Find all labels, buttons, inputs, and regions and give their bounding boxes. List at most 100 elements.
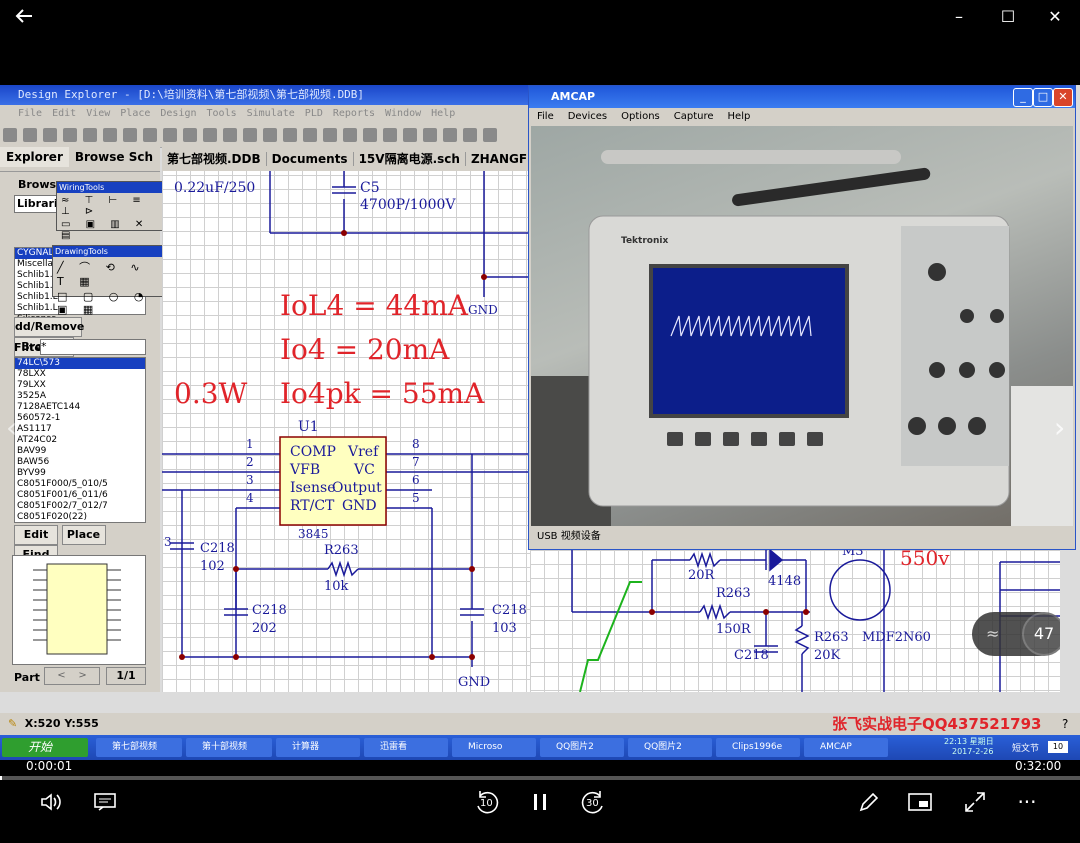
toolbar-icon[interactable] bbox=[123, 128, 137, 142]
chevron-right-icon[interactable]: › bbox=[1054, 411, 1065, 444]
wiring-tool-icons[interactable]: ≈ ⊤ ⊢ ≡ ⊥ ⊳ bbox=[57, 193, 169, 219]
tab-zhangfei[interactable]: ZHANGFEI bbox=[465, 152, 530, 166]
list-item[interactable]: AT24C02 bbox=[15, 435, 145, 446]
expand-icon[interactable] bbox=[962, 790, 988, 819]
menu-help[interactable]: Help bbox=[431, 108, 455, 119]
video-frame[interactable]: Design Explorer - [D:\培训资料\第七部视频\第七部视频.D… bbox=[0, 85, 1080, 760]
toolbar-icon[interactable] bbox=[43, 128, 57, 142]
taskbar-item[interactable]: Clips1996e bbox=[716, 738, 800, 757]
tab-documents[interactable]: Documents bbox=[266, 152, 354, 166]
speaker-icon[interactable] bbox=[38, 790, 64, 819]
minimize-icon[interactable]: _ bbox=[1013, 88, 1033, 107]
tab-sch[interactable]: 15V隔离电源.sch bbox=[353, 152, 466, 166]
list-item[interactable]: BAV99 bbox=[15, 446, 145, 457]
taskbar-item[interactable]: QQ图片2 bbox=[628, 738, 712, 757]
close-icon[interactable]: ✕ bbox=[1040, 6, 1070, 28]
list-item[interactable]: C8051F000/5_010/5 bbox=[15, 479, 145, 490]
menu-place[interactable]: Place bbox=[120, 108, 150, 119]
taskbar-item[interactable]: QQ图片2 bbox=[540, 738, 624, 757]
menu-design[interactable]: Design bbox=[160, 108, 196, 119]
schematic-canvas[interactable]: 0.22uF/250 C5 4700P/1000V GND IoL4 = 44m… bbox=[162, 147, 530, 692]
toolbar-icon[interactable] bbox=[383, 128, 397, 142]
tab-ddb[interactable]: 第七部视频.DDB bbox=[162, 152, 267, 166]
taskbar-item[interactable]: 第七部视频 bbox=[96, 738, 182, 757]
toolbar-icon[interactable] bbox=[163, 128, 177, 142]
drawing-tool-icons[interactable]: ╱ ⌒ ⟲ ∿ T ▦ bbox=[53, 257, 169, 290]
network-speed-widget[interactable]: ≈ 47 bbox=[972, 612, 1060, 656]
menu-file[interactable]: File bbox=[537, 111, 554, 122]
maximize-icon[interactable]: □ bbox=[1033, 88, 1053, 107]
toolbar-icon[interactable] bbox=[3, 128, 17, 142]
menu-tools[interactable]: Tools bbox=[207, 108, 237, 119]
drawing-tools-palette[interactable]: DrawingTools ╱ ⌒ ⟲ ∿ T ▦ □ ▢ ○ ◔ ▣ ▦ bbox=[52, 245, 170, 316]
menu-reports[interactable]: Reports bbox=[333, 108, 375, 119]
toolbar-icon[interactable] bbox=[183, 128, 197, 142]
toolbar-icon[interactable] bbox=[403, 128, 417, 142]
pencil-icon[interactable] bbox=[856, 790, 882, 819]
taskbar-item[interactable]: Microso bbox=[452, 738, 536, 757]
list-item[interactable]: AS1117 bbox=[15, 424, 145, 435]
mini-view-icon[interactable] bbox=[906, 790, 934, 819]
list-item[interactable]: C8051F020(22) bbox=[15, 512, 145, 522]
list-item[interactable]: 74LC\573 bbox=[15, 358, 145, 369]
menu-view[interactable]: View bbox=[86, 108, 110, 119]
toolbar-icon[interactable] bbox=[143, 128, 157, 142]
start-button[interactable]: 开始 bbox=[2, 738, 88, 757]
menu-options[interactable]: Options bbox=[621, 111, 660, 122]
list-item[interactable]: 560572-1 bbox=[15, 413, 145, 424]
help-icon[interactable]: ? bbox=[1062, 713, 1068, 735]
list-item[interactable]: 7128AETC144 bbox=[15, 402, 145, 413]
drawing-tool-icons[interactable]: □ ▢ ○ ◔ ▣ ▦ bbox=[53, 290, 169, 316]
taskbar-item[interactable]: 计算器 bbox=[276, 738, 360, 757]
forward-30-button[interactable]: 30 bbox=[578, 788, 608, 818]
menu-file[interactable]: File bbox=[18, 108, 42, 119]
toolbar-icon[interactable] bbox=[323, 128, 337, 142]
filter-input[interactable]: * bbox=[40, 339, 146, 355]
part-nav-buttons[interactable]: < > bbox=[44, 667, 100, 685]
toolbar-icon[interactable] bbox=[483, 128, 497, 142]
list-item[interactable]: BAW56 bbox=[15, 457, 145, 468]
menu-capture[interactable]: Capture bbox=[674, 111, 714, 122]
place-button[interactable]: Place bbox=[61, 525, 106, 545]
toolbar-icon[interactable] bbox=[363, 128, 377, 142]
toolbar-icon[interactable] bbox=[83, 128, 97, 142]
schematic-canvas-lower[interactable]: 20R 4148 M3 550v R263 150R R263 20K C218… bbox=[530, 550, 1060, 692]
ime-indicator[interactable]: 短文节 bbox=[1012, 741, 1039, 754]
minimize-icon[interactable]: – bbox=[944, 6, 974, 28]
toolbar-icon[interactable] bbox=[283, 128, 297, 142]
pause-icon[interactable] bbox=[528, 790, 552, 819]
list-item[interactable]: 3525A bbox=[15, 391, 145, 402]
amcap-window[interactable]: AMCAP _ □ ✕ File Devices Options Capture Hel… bbox=[528, 85, 1076, 550]
tab-explorer[interactable]: Explorer bbox=[0, 147, 69, 167]
toolbar-icon[interactable] bbox=[63, 128, 77, 142]
captions-icon[interactable] bbox=[92, 790, 118, 819]
chevron-left-icon[interactable]: ‹ bbox=[6, 411, 17, 444]
toolbar-icon[interactable] bbox=[23, 128, 37, 142]
toolbar-icon[interactable] bbox=[463, 128, 477, 142]
taskbar-item[interactable]: 迅雷看 bbox=[364, 738, 448, 757]
toolbar-icon[interactable] bbox=[263, 128, 277, 142]
list-item[interactable]: 78LXX bbox=[15, 369, 145, 380]
wiring-tools-palette[interactable]: WiringTools ≈ ⊤ ⊢ ≡ ⊥ ⊳ ▭ ▣ ▥ ✕ ▤ bbox=[56, 181, 170, 241]
wiring-tool-icons[interactable]: ▭ ▣ ▥ ✕ ▤ bbox=[57, 219, 169, 241]
toolbar-icon[interactable] bbox=[343, 128, 357, 142]
menu-window[interactable]: Window bbox=[385, 108, 421, 119]
edit-button[interactable]: Edit bbox=[14, 525, 58, 545]
maximize-icon[interactable]: ☐ bbox=[993, 6, 1023, 28]
list-item[interactable]: C8051F001/6_011/6 bbox=[15, 490, 145, 501]
rewind-10-button[interactable]: 10 bbox=[472, 788, 502, 818]
more-options-button[interactable]: ··· bbox=[1012, 790, 1042, 814]
toolbar-icon[interactable] bbox=[423, 128, 437, 142]
close-icon[interactable]: ✕ bbox=[1053, 88, 1073, 107]
toolbar-icon[interactable] bbox=[103, 128, 117, 142]
list-item[interactable]: BYV99 bbox=[15, 468, 145, 479]
list-item[interactable]: 79LXX bbox=[15, 380, 145, 391]
list-item[interactable]: C8051F002/7_012/7 bbox=[15, 501, 145, 512]
menu-pld[interactable]: PLD bbox=[305, 108, 323, 119]
taskbar-item[interactable]: 第十部视频 bbox=[186, 738, 272, 757]
tab-browse-sch[interactable]: Browse Sch bbox=[69, 147, 159, 167]
toolbar-icon[interactable] bbox=[203, 128, 217, 142]
arrow-left-icon[interactable] bbox=[14, 6, 38, 30]
taskbar-item[interactable]: AMCAP bbox=[804, 738, 888, 757]
menu-help[interactable]: Help bbox=[728, 111, 751, 122]
